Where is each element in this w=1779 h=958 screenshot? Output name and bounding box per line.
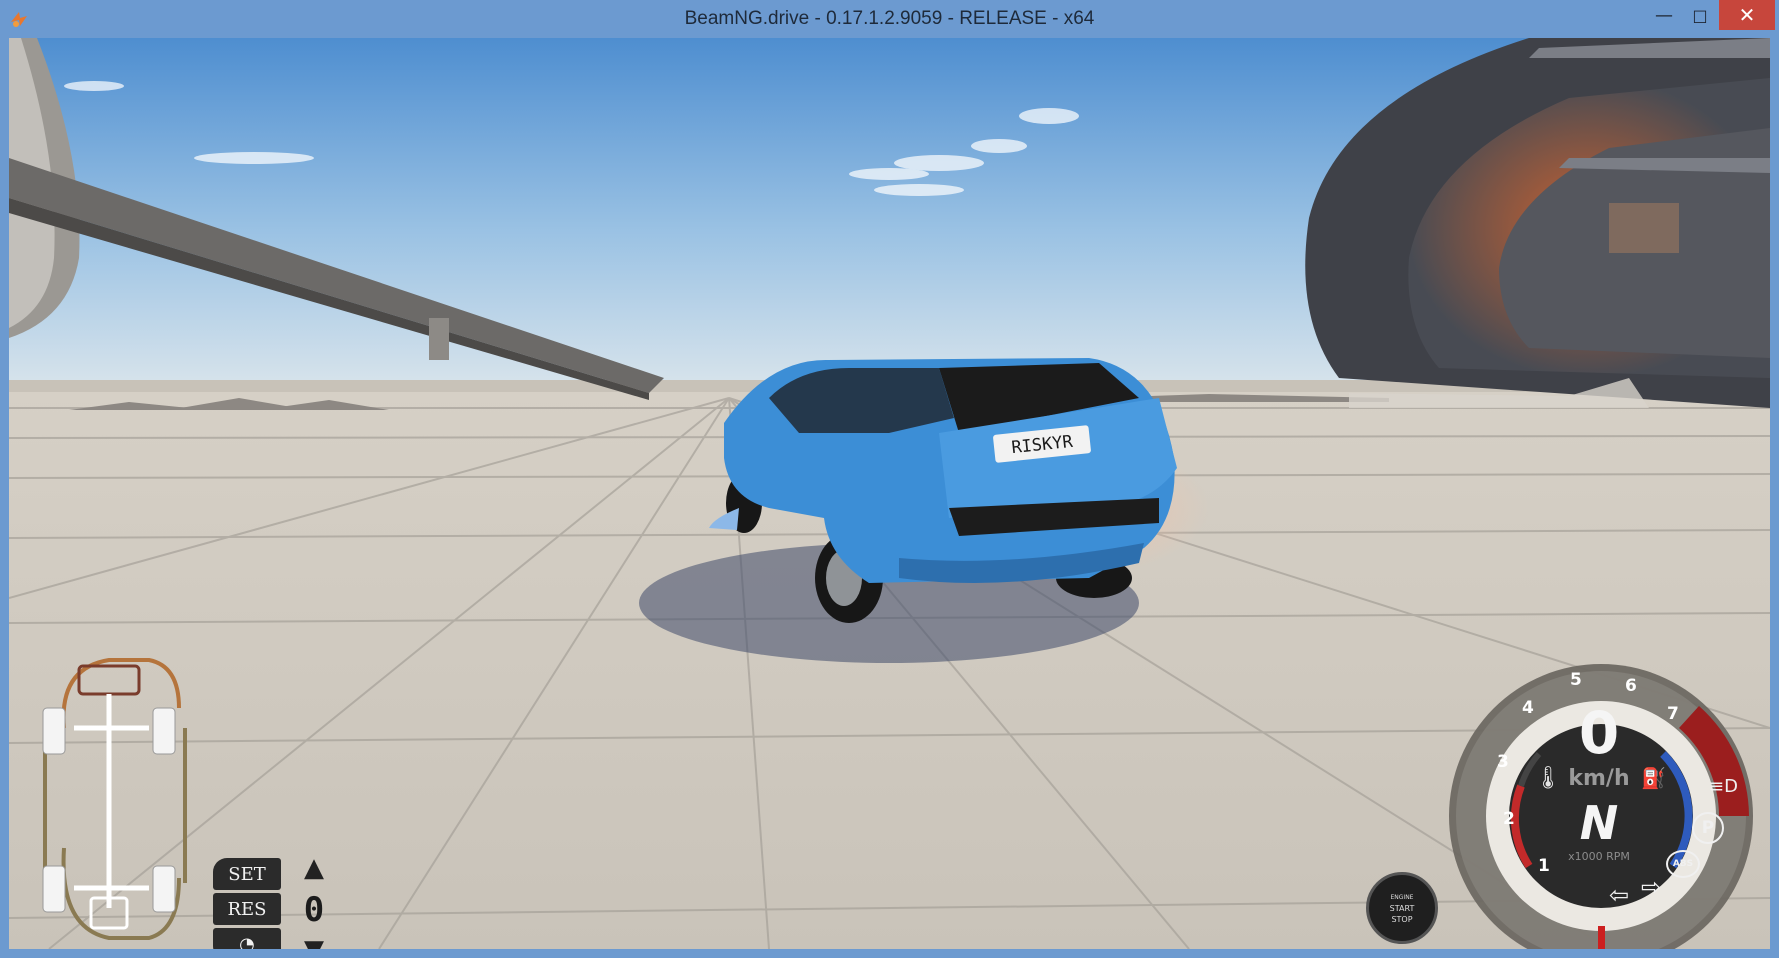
left-signal-icon: ⇦ bbox=[1609, 881, 1630, 909]
rpm-tick-5: 5 bbox=[1570, 670, 1582, 690]
window-frame-right bbox=[1770, 38, 1779, 958]
cruise-increase-button[interactable]: ▲ bbox=[301, 853, 327, 883]
rpm-tick-3: 3 bbox=[1497, 752, 1509, 772]
game-viewport[interactable]: RISKYR 0 km/h N x1000 RPM 1 2 3 4 5 6 7 … bbox=[9, 38, 1770, 949]
close-button[interactable]: ✕ bbox=[1719, 0, 1775, 30]
temperature-icon: 🌡 bbox=[1534, 766, 1562, 791]
window-frame-left bbox=[0, 38, 9, 958]
cruise-decrease-button[interactable]: ▼ bbox=[301, 935, 327, 949]
triangle-up-icon: ▲ bbox=[304, 853, 324, 883]
abs-icon: ABS bbox=[1666, 850, 1700, 878]
speed-readout: 0 bbox=[1578, 699, 1620, 767]
rpm-label: x1000 RPM bbox=[1568, 850, 1630, 863]
rpm-tick-7: 7 bbox=[1667, 704, 1679, 724]
parking-brake-icon: P bbox=[1692, 812, 1724, 844]
rpm-tick-2: 2 bbox=[1503, 809, 1515, 829]
cruise-toggle-button[interactable]: ◔ bbox=[213, 928, 281, 949]
triangle-down-icon: ▼ bbox=[304, 935, 324, 949]
minimize-button[interactable]: — bbox=[1646, 0, 1682, 30]
gear-indicator: N bbox=[1579, 796, 1619, 850]
rpm-tick-4: 4 bbox=[1522, 698, 1534, 718]
rpm-tick-6: 6 bbox=[1625, 676, 1637, 696]
cruise-resume-button[interactable]: RES bbox=[213, 893, 281, 925]
cruise-set-button[interactable]: SET bbox=[213, 858, 281, 890]
window-frame-bottom bbox=[0, 949, 1779, 958]
speedometer-icon: ◔ bbox=[239, 933, 255, 950]
maximize-button[interactable]: □ bbox=[1682, 0, 1718, 30]
window-title: BeamNG.drive - 0.17.1.2.9059 - RELEASE -… bbox=[684, 8, 1095, 29]
cruise-speed-value: 0 bbox=[303, 890, 325, 930]
engine-start-stop-button[interactable]: ENGINE START STOP bbox=[1366, 872, 1438, 944]
rpm-tick-1: 1 bbox=[1538, 856, 1550, 876]
title-bar: BeamNG.drive - 0.17.1.2.9059 - RELEASE -… bbox=[0, 0, 1779, 38]
fuel-icon: ⛽ bbox=[1641, 766, 1666, 790]
headlight-icon: ≡D bbox=[1709, 776, 1738, 797]
right-signal-icon: ⇨ bbox=[1641, 873, 1662, 901]
